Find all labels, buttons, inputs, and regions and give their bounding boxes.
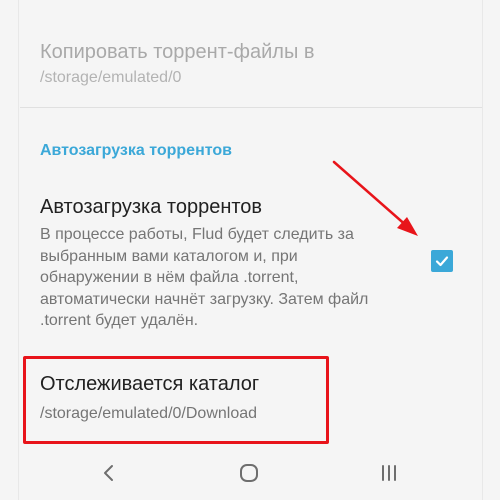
- nav-recents-button[interactable]: [374, 458, 404, 488]
- nav-back-button[interactable]: [94, 458, 124, 488]
- pref-copy-torrents-title: Копировать торрент-файлы в: [40, 41, 315, 63]
- annotation-highlight-box: [23, 356, 329, 444]
- section-divider: [20, 107, 482, 108]
- auto-load-checkbox[interactable]: [431, 250, 453, 272]
- settings-screen: Копировать торрент-файлы в /storage/emul…: [0, 0, 500, 500]
- pref-auto-load[interactable]: Автозагрузка торрентов В процессе работы…: [40, 195, 370, 332]
- right-border: [482, 0, 483, 500]
- back-chevron-icon: [104, 465, 113, 481]
- pref-copy-torrents[interactable]: Копировать торрент-файлы в /storage/emul…: [40, 40, 460, 88]
- left-border: [18, 0, 19, 500]
- pref-auto-load-summary: В процессе работы, Flud будет следить за…: [40, 226, 369, 329]
- nav-home-button[interactable]: [234, 458, 264, 488]
- system-navbar: [0, 445, 500, 500]
- pref-auto-load-title: Автозагрузка торрентов: [40, 196, 263, 218]
- checkmark-icon: [435, 256, 449, 267]
- recents-bars-icon: [382, 465, 396, 481]
- category-header: Автозагрузка торрентов: [40, 142, 232, 159]
- home-circle-icon: [240, 464, 258, 482]
- pref-copy-torrents-summary: /storage/emulated/0: [40, 69, 182, 86]
